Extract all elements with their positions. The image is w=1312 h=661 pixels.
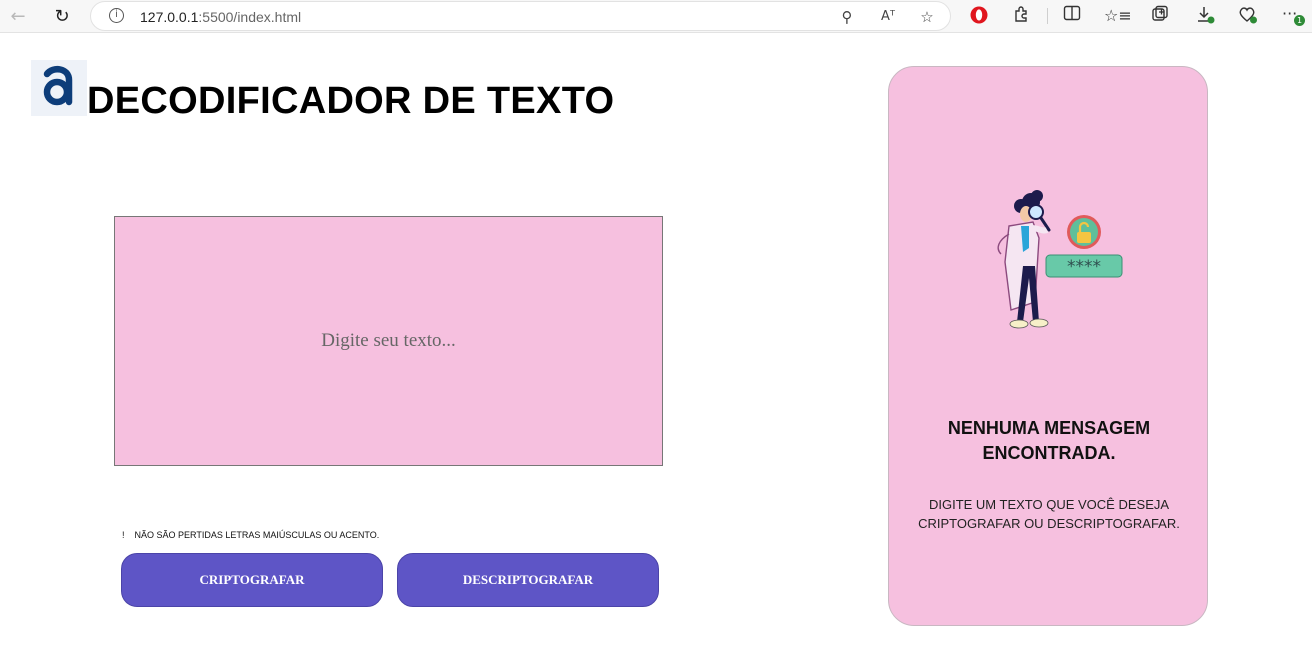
illustration-password-text: **** bbox=[1067, 257, 1101, 277]
alura-logo bbox=[31, 60, 87, 116]
browser-toolbar: ← ↻ i 127.0.0.1:5500/index.html ⚲ Aᵀ ☆ ☆… bbox=[0, 0, 1312, 33]
refresh-icon[interactable]: ↻ bbox=[49, 4, 75, 28]
warning-note: ! NÃO SÃO PERTIDAS LETRAS MAIÚSCULAS OU … bbox=[122, 530, 379, 540]
text-input[interactable] bbox=[114, 216, 663, 466]
downloads-icon[interactable] bbox=[1193, 5, 1217, 27]
instruction-text: DIGITE UM TEXTO QUE VOCÊ DESEJA CRIPTOGR… bbox=[889, 495, 1209, 533]
browser-essentials-icon[interactable] bbox=[1236, 5, 1260, 27]
address-bar[interactable]: i 127.0.0.1:5500/index.html ⚲ Aᵀ ☆ bbox=[90, 1, 951, 31]
split-screen-icon[interactable] bbox=[1060, 5, 1084, 27]
favorites-list-icon[interactable]: ☆≡ bbox=[1104, 5, 1132, 27]
detective-illustration: **** bbox=[969, 182, 1129, 347]
site-info-icon[interactable]: i bbox=[109, 8, 124, 23]
zoom-icon[interactable]: ⚲ bbox=[836, 7, 858, 27]
no-message-heading-line2: ENCONTRADA. bbox=[982, 443, 1116, 463]
opera-icon[interactable] bbox=[967, 5, 991, 27]
result-panel: **** NENHUMA MENSAGEM ENCONTRADA. DIGITE… bbox=[888, 66, 1208, 626]
url-path: :5500/index.html bbox=[198, 9, 302, 25]
warning-icon: ! bbox=[122, 530, 125, 540]
no-message-heading-line1: NENHUMA MENSAGEM bbox=[947, 418, 1151, 438]
encrypt-button[interactable]: CRIPTOGRAFAR bbox=[121, 553, 383, 607]
more-menu-icon[interactable]: ··· 1 bbox=[1280, 4, 1310, 27]
favorite-star-icon[interactable]: ☆ bbox=[916, 7, 938, 27]
url-host: 127.0.0.1 bbox=[140, 9, 199, 25]
instruction-line1: DIGITE UM TEXTO QUE VOCÊ DESEJA bbox=[928, 497, 1170, 512]
extensions-puzzle-icon[interactable] bbox=[1010, 5, 1034, 27]
toolbar-divider bbox=[1047, 8, 1048, 24]
notification-badge: 1 bbox=[1294, 15, 1305, 26]
instruction-line2: CRIPTOGRAFAR OU DESCRIPTOGRAFAR. bbox=[918, 516, 1180, 531]
back-arrow-icon[interactable]: ← bbox=[5, 4, 31, 28]
warning-text: NÃO SÃO PERTIDAS LETRAS MAIÚSCULAS OU AC… bbox=[134, 530, 380, 540]
decrypt-button[interactable]: DESCRIPTOGRAFAR bbox=[397, 553, 659, 607]
read-aloud-icon[interactable]: Aᵀ bbox=[877, 7, 899, 27]
collections-icon[interactable] bbox=[1148, 5, 1172, 27]
url-text[interactable]: 127.0.0.1:5500/index.html bbox=[140, 9, 301, 25]
page-title: DECODIFICADOR DE TEXTO bbox=[87, 80, 615, 122]
no-message-heading: NENHUMA MENSAGEM ENCONTRADA. bbox=[889, 416, 1209, 466]
